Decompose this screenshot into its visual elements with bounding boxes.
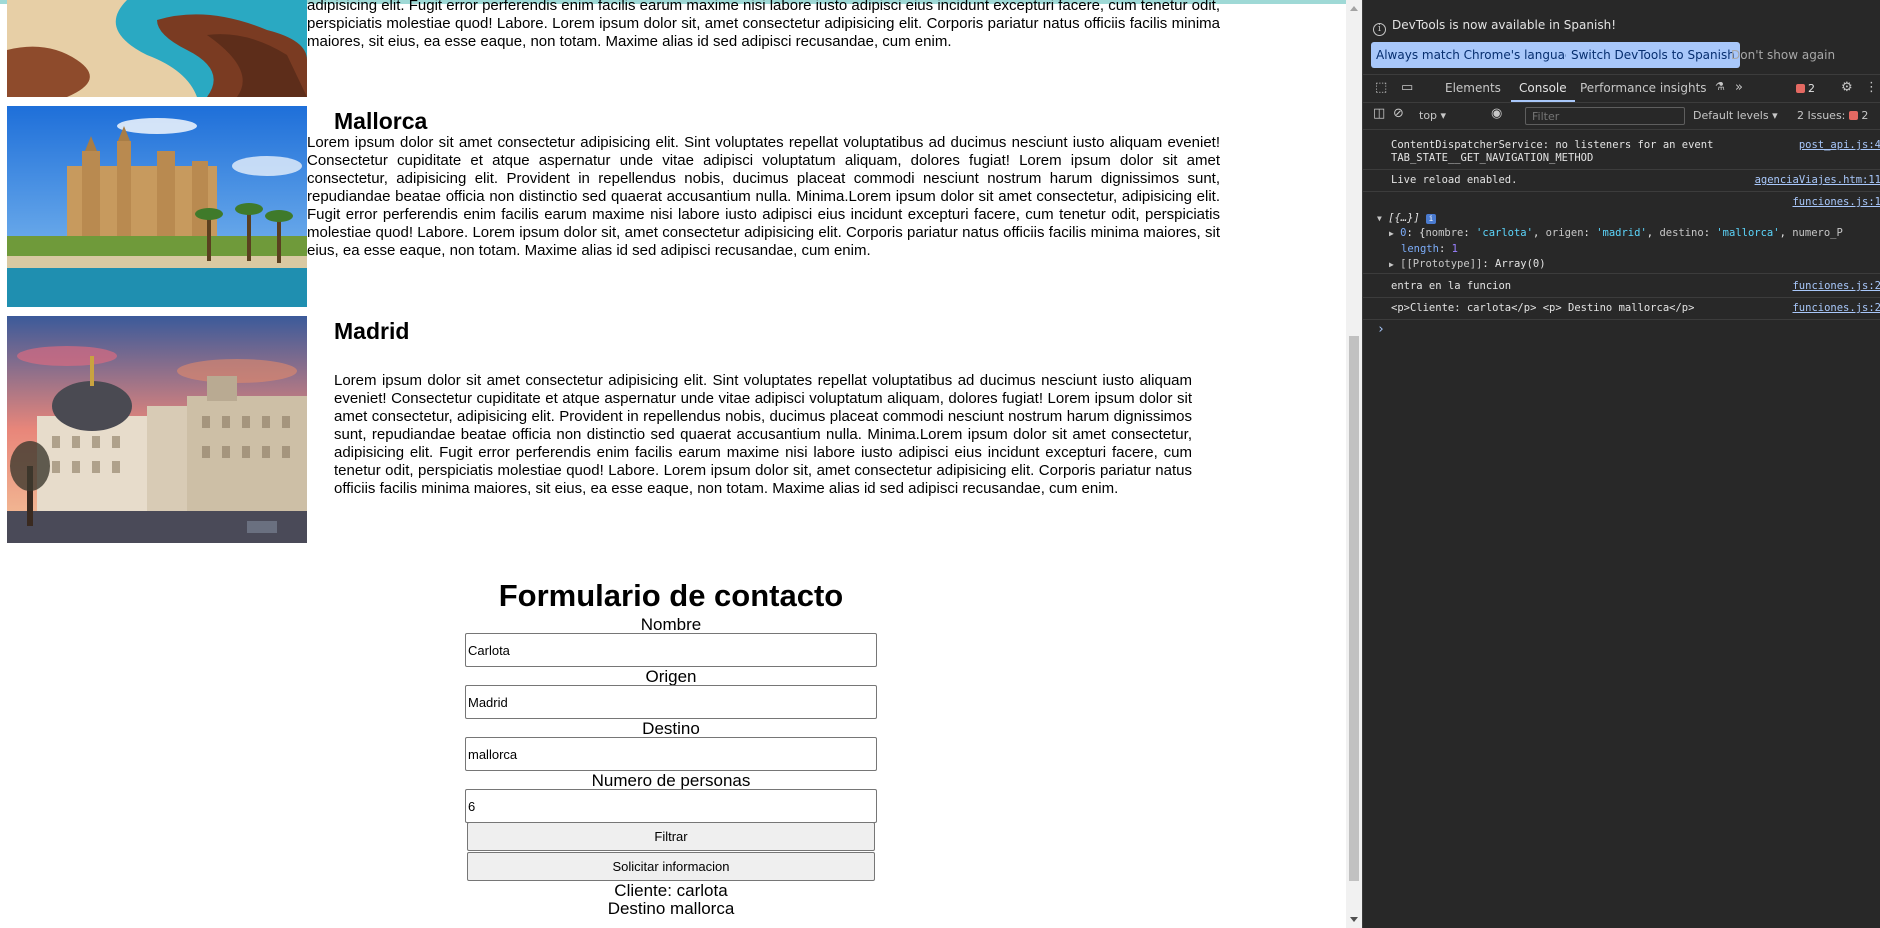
result-destination: Destino mallorca [607, 899, 735, 918]
console-toolbar: ◫ ⊘ top ▾ ◉ Default levels ▾ 2 Issues: 2 [1363, 104, 1880, 128]
scroll-down-arrow-icon[interactable] [1350, 917, 1358, 922]
log-levels-dropdown[interactable]: Default levels ▾ [1693, 109, 1778, 122]
request-info-button[interactable]: Solicitar informacion [467, 852, 875, 881]
console-message-object: funciones.js:1 ▼ [{…}] i ▶ 0: {nombre: '… [1363, 192, 1880, 274]
language-notice-text: DevTools is now available in Spanish! [1392, 18, 1617, 32]
error-count-badge[interactable]: 2 [1796, 82, 1815, 95]
field-label-nombre: Nombre [640, 615, 702, 634]
object-prototype[interactable]: ▶ [[Prototype]]: Array(0) [1389, 258, 1546, 271]
entry-key: origen [1545, 227, 1584, 239]
city-description: adipisicing elit. Fugit error perferendi… [307, 0, 1220, 50]
field-label-origen: Origen [645, 667, 697, 686]
destino-input[interactable] [465, 737, 877, 771]
entry-value: 'mallorca' [1716, 227, 1780, 239]
device-toolbar-icon[interactable]: ▭ [1401, 80, 1413, 95]
browser-page: adipisicing elit. Fugit error perferendi… [0, 0, 1346, 928]
entry-key: nombre [1425, 227, 1464, 239]
madrid-metropolis-image [7, 316, 307, 543]
city-title-madrid: Madrid [334, 318, 410, 344]
console-source-link[interactable]: post_api.js:4 [1799, 139, 1880, 151]
entry-key: destino [1659, 227, 1704, 239]
field-label-personas: Numero de personas [591, 771, 751, 790]
divider [1363, 102, 1880, 103]
filter-button[interactable]: Filtrar [467, 822, 875, 851]
prototype-key: [[Prototype]] [1400, 258, 1483, 270]
console-source-link[interactable]: funciones.js:2 [1792, 302, 1880, 314]
clear-console-icon[interactable]: ⊘ [1393, 106, 1404, 121]
console-message: Live reload enabled. agenciaViajes.htm:1… [1363, 170, 1880, 192]
entry-value: 'carlota' [1476, 227, 1533, 239]
switch-language-button[interactable]: Switch DevTools to Spanish [1566, 42, 1740, 68]
console-message: ContentDispatcherService: no listeners f… [1363, 134, 1880, 170]
city-description: Lorem ipsum dolor sit amet consectetur a… [334, 372, 1192, 497]
entry-value: 'madrid' [1596, 227, 1647, 239]
info-icon: i [1373, 23, 1386, 36]
error-count: 2 [1808, 82, 1815, 95]
object-info-icon: i [1426, 214, 1437, 224]
object-header: [{…}] [1388, 212, 1420, 224]
inspect-element-icon[interactable]: ⬚ [1375, 80, 1387, 95]
console-message-text: ContentDispatcherService: no listeners f… [1391, 139, 1714, 164]
scroll-up-arrow-icon[interactable] [1350, 6, 1358, 11]
object-expander[interactable]: ▼ [{…}] i [1377, 212, 1437, 225]
context-value: top [1419, 109, 1438, 122]
settings-gear-icon[interactable]: ⚙ [1841, 80, 1853, 95]
match-language-button[interactable]: Always match Chrome's language [1371, 42, 1585, 68]
form-title: Formulario de contacto [498, 578, 844, 613]
length-key: length [1401, 243, 1439, 255]
live-expression-eye-icon[interactable]: ◉ [1491, 106, 1502, 121]
object-length: length: 1 [1401, 243, 1458, 255]
console-message-text: Live reload enabled. [1391, 174, 1518, 186]
console-prompt-chevron-icon[interactable]: › [1377, 322, 1385, 337]
result-client: Cliente: carlota [614, 881, 728, 900]
page-scrollbar[interactable] [1346, 0, 1362, 928]
nombre-input[interactable] [465, 633, 877, 667]
beach-cove-image [7, 0, 307, 97]
personas-input[interactable] [465, 789, 877, 823]
flask-icon: ⚗ [1715, 80, 1725, 93]
collapse-triangle-icon: ▶ [1389, 260, 1394, 269]
issues-label: 2 Issues: [1797, 109, 1846, 122]
issues-count: 2 [1861, 109, 1869, 122]
field-label-destino: Destino [642, 719, 700, 738]
more-options-icon[interactable]: ⋮ [1865, 80, 1878, 95]
error-icon [1848, 111, 1858, 120]
length-value: 1 [1451, 243, 1458, 255]
mallorca-cathedral-image [7, 106, 307, 307]
city-title-mallorca: Mallorca [334, 108, 428, 134]
scrollbar-thumb[interactable] [1349, 336, 1359, 881]
issues-counter[interactable]: 2 Issues: 2 [1797, 109, 1868, 122]
dont-show-again-button[interactable]: Don't show again [1726, 42, 1840, 68]
console-source-link[interactable]: funciones.js:2 [1792, 280, 1880, 292]
devtools-tabbar: ⬚ ▭ Elements Console Performance insight… [1363, 76, 1880, 102]
console-source-link[interactable]: funciones.js:1 [1792, 196, 1880, 208]
divider [1363, 129, 1880, 130]
levels-label: Default levels [1693, 109, 1769, 122]
origen-input[interactable] [465, 685, 877, 719]
tab-elements[interactable]: Elements [1445, 76, 1501, 102]
console-message-text: <p>Cliente: carlota</p> <p> Destino mall… [1391, 302, 1695, 314]
language-notice: i DevTools is now available in Spanish! [1373, 18, 1616, 36]
console-message: <p>Cliente: carlota</p> <p> Destino mall… [1363, 298, 1880, 320]
console-filter-input[interactable] [1525, 107, 1685, 125]
console-message-text: entra en la funcion [1391, 280, 1512, 292]
devtools-panel: i DevTools is now available in Spanish! A… [1362, 0, 1880, 928]
context-selector[interactable]: top ▾ [1419, 109, 1446, 122]
divider [1363, 74, 1880, 75]
console-message: entra en la funcion funciones.js:2 [1363, 276, 1880, 298]
more-tabs-icon[interactable]: » [1735, 80, 1743, 95]
city-description: Lorem ipsum dolor sit amet consectetur a… [307, 134, 1220, 259]
tab-performance-insights[interactable]: Performance insights [1580, 76, 1707, 102]
tab-console[interactable]: Console [1511, 76, 1575, 102]
entry-key: numero_P [1792, 227, 1843, 239]
entry-index: 0 [1400, 227, 1407, 239]
collapse-triangle-icon: ▶ [1389, 229, 1394, 238]
object-entry[interactable]: ▶ 0: {nombre: 'carlota', origen: 'madrid… [1389, 227, 1843, 240]
sidebar-toggle-icon[interactable]: ◫ [1373, 106, 1385, 121]
error-icon [1796, 84, 1805, 93]
prototype-value: Array(0) [1495, 258, 1546, 270]
console-source-link[interactable]: agenciaViajes.htm:11 [1755, 174, 1880, 186]
expand-triangle-icon: ▼ [1377, 214, 1382, 223]
